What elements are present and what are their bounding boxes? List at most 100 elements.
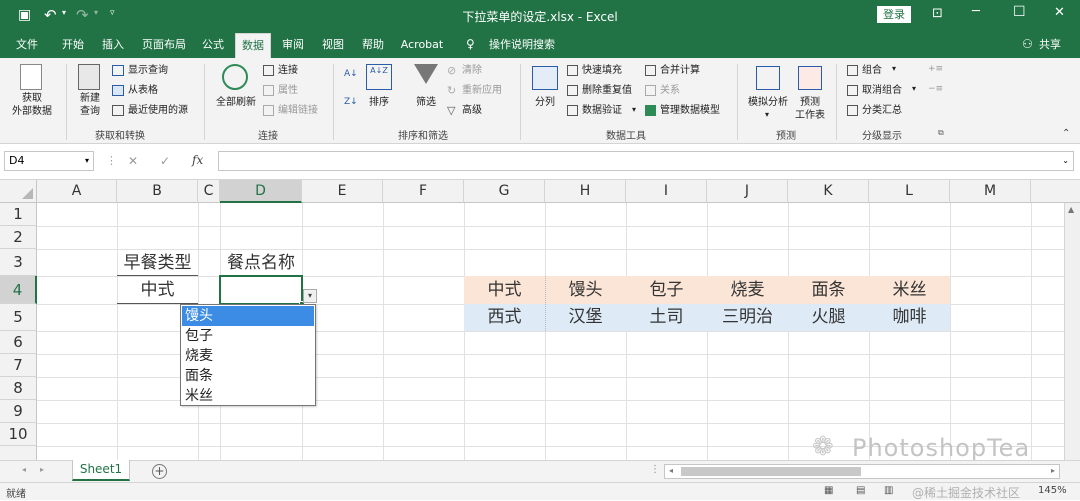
enter-formula-icon[interactable]: ✓ (160, 154, 170, 168)
tab-page-layout[interactable]: 页面布局 (136, 31, 192, 58)
sort-descending-icon[interactable]: Z↓ (344, 96, 358, 109)
scroll-sheets-right-icon[interactable]: ▸ (40, 465, 44, 474)
tab-insert[interactable]: 插入 (96, 31, 130, 58)
new-query-label-1[interactable]: 新建 (76, 92, 104, 105)
dropdown-option[interactable]: 包子 (182, 326, 314, 346)
tab-view[interactable]: 视图 (316, 31, 350, 58)
column-header-e[interactable]: E (302, 180, 383, 203)
row-header-6[interactable]: 6 (0, 331, 37, 354)
tab-review[interactable]: 审阅 (276, 31, 310, 58)
sort-button[interactable]: 排序 (366, 96, 392, 109)
row-header-4[interactable]: 4 (0, 276, 37, 304)
scroll-left-icon[interactable]: ◂ (669, 466, 673, 475)
cell-b3[interactable]: 早餐类型 (117, 250, 198, 276)
consolidate-button[interactable]: 合并计算 (660, 64, 700, 77)
cell-k5[interactable]: 火腿 (788, 304, 869, 331)
customize-qat-icon[interactable]: ▿ (110, 8, 115, 18)
active-cell-d4[interactable] (219, 275, 305, 307)
row-header-9[interactable]: 9 (0, 400, 37, 423)
normal-view-icon[interactable]: ▦ (824, 485, 833, 496)
subtotal-button[interactable]: 分类汇总 (862, 104, 902, 117)
close-button[interactable]: ✕ (1054, 5, 1065, 20)
tab-formulas[interactable]: 公式 (196, 31, 230, 58)
text-to-columns-button[interactable]: 分列 (530, 96, 560, 109)
column-header-b[interactable]: B (117, 180, 198, 203)
cell-g5[interactable]: 西式 (464, 304, 545, 331)
cell-j4[interactable]: 烧麦 (707, 276, 788, 304)
data-validation-dropdown-icon[interactable]: ▾ (632, 105, 636, 114)
manage-data-model-button[interactable]: 管理数据模型 (660, 104, 720, 117)
row-header-10[interactable]: 10 (0, 423, 37, 446)
data-validation-button[interactable]: 数据验证 (582, 104, 622, 117)
column-header-f[interactable]: F (383, 180, 464, 203)
what-if-dropdown-icon[interactable]: ▾ (765, 110, 769, 119)
cell-i5[interactable]: 土司 (626, 304, 707, 331)
get-external-data-label-2[interactable]: 外部数据 (4, 105, 60, 118)
forecast-sheet-label-2[interactable]: 工作表 (792, 109, 828, 122)
column-header-i[interactable]: I (626, 180, 707, 203)
column-header-k[interactable]: K (788, 180, 869, 203)
from-table-button[interactable]: 从表格 (128, 84, 158, 97)
refresh-all-button[interactable]: 全部刷新 (212, 96, 260, 109)
scroll-right-icon[interactable]: ▸ (1051, 466, 1055, 475)
row-header-1[interactable]: 1 (0, 203, 37, 226)
filter-button[interactable]: 筛选 (410, 96, 442, 109)
dropdown-option[interactable]: 面条 (182, 366, 314, 386)
reapply-button[interactable]: 重新应用 (462, 84, 502, 97)
recent-sources-button[interactable]: 最近使用的源 (128, 104, 188, 117)
remove-duplicates-button[interactable]: 删除重复值 (582, 84, 632, 97)
group-dropdown-icon[interactable]: ▾ (892, 64, 896, 73)
ribbon-display-icon[interactable]: ⊡ (932, 6, 943, 21)
page-break-preview-icon[interactable]: ▥ (884, 485, 893, 496)
forecast-sheet-label-1[interactable]: 预测 (796, 96, 824, 109)
ungroup-button[interactable]: 取消组合 (862, 84, 902, 97)
new-sheet-button[interactable]: + (152, 464, 167, 479)
sort-ascending-icon[interactable]: A↓ (344, 68, 358, 81)
name-box[interactable]: D4 ▾ (4, 151, 94, 171)
column-header-a[interactable]: A (37, 180, 117, 203)
row-header-11[interactable] (0, 446, 37, 460)
horizontal-scroll-thumb[interactable] (681, 467, 861, 476)
what-if-analysis-button[interactable]: 模拟分析 (744, 96, 792, 109)
redo-dropdown-icon[interactable]: ▾ (94, 8, 98, 17)
undo-icon[interactable]: ↶ (44, 6, 57, 24)
scroll-sheets-left-icon[interactable]: ◂ (22, 465, 26, 474)
insert-function-icon[interactable]: fx (192, 153, 203, 167)
properties-button[interactable]: 属性 (278, 84, 298, 97)
cell-k4[interactable]: 面条 (788, 276, 869, 304)
connections-button[interactable]: 连接 (278, 64, 298, 77)
relationships-button[interactable]: 关系 (660, 84, 680, 97)
cell-l4[interactable]: 米丝 (869, 276, 950, 304)
tab-split-handle-icon[interactable]: ⋮ (650, 464, 660, 475)
cell-h5[interactable]: 汉堡 (545, 304, 626, 331)
column-header-d[interactable]: D (220, 180, 302, 203)
vertical-scrollbar[interactable]: ▲ (1064, 203, 1080, 460)
save-icon[interactable]: ▣ (18, 7, 31, 23)
cell-i4[interactable]: 包子 (626, 276, 707, 304)
expand-formula-icon[interactable]: ⌄ (1062, 152, 1069, 170)
minimize-button[interactable]: ─ (972, 4, 980, 19)
row-header-7[interactable]: 7 (0, 354, 37, 377)
worksheet-grid[interactable]: A B C D E F G H I J K L M 1 2 3 4 5 6 7 … (0, 180, 1080, 460)
tab-data[interactable]: 数据 (235, 33, 271, 58)
hide-detail-icon[interactable]: −≡ (928, 84, 943, 94)
undo-dropdown-icon[interactable]: ▾ (62, 8, 66, 17)
tab-help[interactable]: 帮助 (356, 31, 390, 58)
scroll-up-icon[interactable]: ▲ (1068, 205, 1074, 214)
cancel-formula-icon[interactable]: ✕ (128, 154, 138, 168)
column-header-g[interactable]: G (464, 180, 545, 203)
select-all-corner[interactable] (0, 180, 37, 203)
get-external-data-label-1[interactable]: 获取 (12, 92, 52, 105)
row-header-2[interactable]: 2 (0, 226, 37, 249)
column-header-h[interactable]: H (545, 180, 626, 203)
redo-icon[interactable]: ↷ (76, 6, 89, 24)
flash-fill-button[interactable]: 快速填充 (582, 64, 622, 77)
horizontal-scrollbar[interactable]: ◂ ▸ (664, 464, 1060, 479)
new-query-label-2[interactable]: 查询 (74, 105, 106, 118)
row-header-8[interactable]: 8 (0, 377, 37, 400)
dropdown-option[interactable]: 米丝 (182, 386, 314, 406)
group-button[interactable]: 组合 (862, 64, 882, 77)
clear-button[interactable]: 清除 (462, 64, 482, 77)
maximize-button[interactable]: ☐ (1013, 4, 1026, 20)
tab-home[interactable]: 开始 (56, 31, 90, 58)
